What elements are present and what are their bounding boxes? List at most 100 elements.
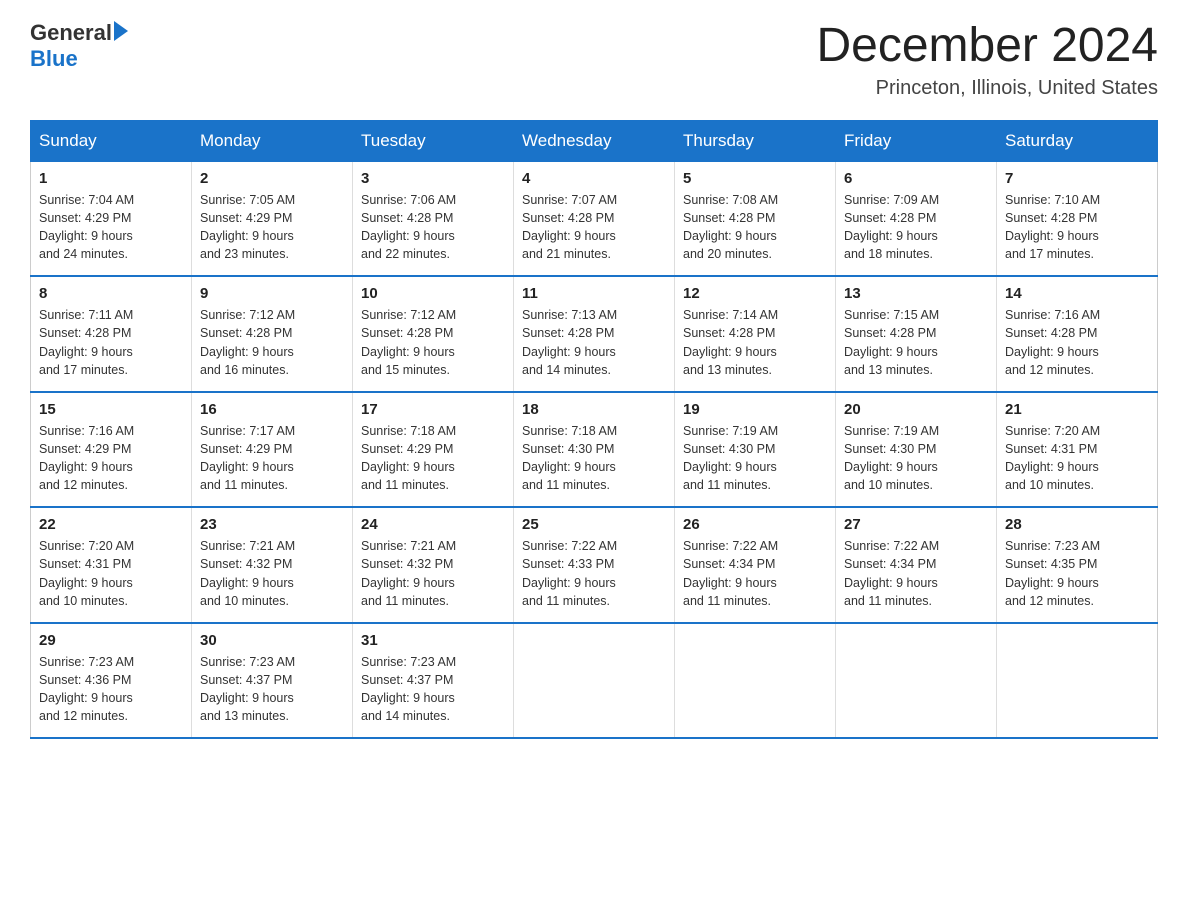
cell-content: Sunrise: 7:22 AMSunset: 4:34 PMDaylight:… — [683, 537, 827, 610]
calendar-cell: 20 Sunrise: 7:19 AMSunset: 4:30 PMDayligh… — [836, 392, 997, 508]
cell-content: Sunrise: 7:09 AMSunset: 4:28 PMDaylight:… — [844, 191, 988, 264]
calendar-cell: 23Sunrise: 7:21 AMSunset: 4:32 PMDayligh… — [192, 507, 353, 623]
calendar-cell: 2 Sunrise: 7:05 AMSunset: 4:29 PMDaylight… — [192, 161, 353, 276]
cell-content: Sunrise: 7:12 AMSunset: 4:28 PMDaylight:… — [200, 306, 344, 379]
day-number: 1 — [39, 170, 183, 187]
weekday-header-friday: Friday — [836, 120, 997, 161]
weekday-header-sunday: Sunday — [31, 120, 192, 161]
day-number: 12 — [683, 285, 827, 302]
day-number: 15 — [39, 401, 183, 418]
cell-content: Sunrise: 7:22 AMSunset: 4:33 PMDaylight:… — [522, 537, 666, 610]
calendar-cell: 25Sunrise: 7:22 AMSunset: 4:33 PMDayligh… — [514, 507, 675, 623]
calendar-cell: 3 Sunrise: 7:06 AMSunset: 4:28 PMDaylight… — [353, 161, 514, 276]
calendar-cell: 8 Sunrise: 7:11 AMSunset: 4:28 PMDaylight… — [31, 276, 192, 392]
cell-content: Sunrise: 7:21 AMSunset: 4:32 PMDaylight:… — [361, 537, 505, 610]
calendar-cell: 29 Sunrise: 7:23 AMSunset: 4:36 PMDayligh… — [31, 623, 192, 739]
calendar-cell: 21 Sunrise: 7:20 AMSunset: 4:31 PMDayligh… — [997, 392, 1158, 508]
cell-content: Sunrise: 7:16 AMSunset: 4:28 PMDaylight:… — [1005, 306, 1149, 379]
calendar-cell: 7Sunrise: 7:10 AMSunset: 4:28 PMDaylight… — [997, 161, 1158, 276]
weekday-header-tuesday: Tuesday — [353, 120, 514, 161]
calendar-cell: 26 Sunrise: 7:22 AMSunset: 4:34 PMDayligh… — [675, 507, 836, 623]
day-number: 28 — [1005, 516, 1149, 533]
weekday-header-saturday: Saturday — [997, 120, 1158, 161]
cell-content: Sunrise: 7:22 AMSunset: 4:34 PMDaylight:… — [844, 537, 988, 610]
cell-content: Sunrise: 7:07 AMSunset: 4:28 PMDaylight:… — [522, 191, 666, 264]
day-number: 10 — [361, 285, 505, 302]
day-number: 17 — [361, 401, 505, 418]
calendar-cell: 12 Sunrise: 7:14 AMSunset: 4:28 PMDayligh… — [675, 276, 836, 392]
day-number: 9 — [200, 285, 344, 302]
cell-content: Sunrise: 7:19 AMSunset: 4:30 PMDaylight:… — [844, 422, 988, 495]
day-number: 3 — [361, 170, 505, 187]
day-number: 21 — [1005, 401, 1149, 418]
month-title: December 2024 — [816, 20, 1158, 73]
day-number: 27 — [844, 516, 988, 533]
calendar-cell: 27 Sunrise: 7:22 AMSunset: 4:34 PMDayligh… — [836, 507, 997, 623]
day-number: 26 — [683, 516, 827, 533]
calendar-cell: 6 Sunrise: 7:09 AMSunset: 4:28 PMDaylight… — [836, 161, 997, 276]
day-number: 6 — [844, 170, 988, 187]
calendar-cell: 1 Sunrise: 7:04 AMSunset: 4:29 PMDaylight… — [31, 161, 192, 276]
page-header: General Blue December 2024 Princeton, Il… — [30, 20, 1158, 100]
calendar-cell: 31 Sunrise: 7:23 AMSunset: 4:37 PMDayligh… — [353, 623, 514, 739]
calendar-week-row: 22Sunrise: 7:20 AMSunset: 4:31 PMDayligh… — [31, 507, 1158, 623]
cell-content: Sunrise: 7:05 AMSunset: 4:29 PMDaylight:… — [200, 191, 344, 264]
calendar-cell: 13Sunrise: 7:15 AMSunset: 4:28 PMDayligh… — [836, 276, 997, 392]
calendar-cell: 19Sunrise: 7:19 AMSunset: 4:30 PMDayligh… — [675, 392, 836, 508]
cell-content: Sunrise: 7:06 AMSunset: 4:28 PMDaylight:… — [361, 191, 505, 264]
cell-content: Sunrise: 7:14 AMSunset: 4:28 PMDaylight:… — [683, 306, 827, 379]
day-number: 30 — [200, 632, 344, 649]
calendar-cell — [997, 623, 1158, 739]
day-number: 2 — [200, 170, 344, 187]
day-number: 11 — [522, 285, 666, 302]
calendar-cell: 24Sunrise: 7:21 AMSunset: 4:32 PMDayligh… — [353, 507, 514, 623]
calendar-cell: 28 Sunrise: 7:23 AMSunset: 4:35 PMDayligh… — [997, 507, 1158, 623]
day-number: 31 — [361, 632, 505, 649]
calendar-cell: 5 Sunrise: 7:08 AMSunset: 4:28 PMDaylight… — [675, 161, 836, 276]
day-number: 29 — [39, 632, 183, 649]
calendar-cell: 9 Sunrise: 7:12 AMSunset: 4:28 PMDaylight… — [192, 276, 353, 392]
day-number: 23 — [200, 516, 344, 533]
logo-general: General — [30, 20, 112, 46]
calendar-cell — [675, 623, 836, 739]
cell-content: Sunrise: 7:11 AMSunset: 4:28 PMDaylight:… — [39, 306, 183, 379]
cell-content: Sunrise: 7:10 AMSunset: 4:28 PMDaylight:… — [1005, 191, 1149, 264]
calendar-cell: 14 Sunrise: 7:16 AMSunset: 4:28 PMDayligh… — [997, 276, 1158, 392]
calendar-cell: 17 Sunrise: 7:18 AMSunset: 4:29 PMDayligh… — [353, 392, 514, 508]
calendar-week-row: 29 Sunrise: 7:23 AMSunset: 4:36 PMDayligh… — [31, 623, 1158, 739]
calendar-cell: 30 Sunrise: 7:23 AMSunset: 4:37 PMDayligh… — [192, 623, 353, 739]
cell-content: Sunrise: 7:23 AMSunset: 4:37 PMDaylight:… — [200, 653, 344, 726]
day-number: 18 — [522, 401, 666, 418]
cell-content: Sunrise: 7:18 AMSunset: 4:29 PMDaylight:… — [361, 422, 505, 495]
calendar-cell — [514, 623, 675, 739]
cell-content: Sunrise: 7:19 AMSunset: 4:30 PMDaylight:… — [683, 422, 827, 495]
calendar-cell: 15 Sunrise: 7:16 AMSunset: 4:29 PMDayligh… — [31, 392, 192, 508]
weekday-header-row: SundayMondayTuesdayWednesdayThursdayFrid… — [31, 120, 1158, 161]
cell-content: Sunrise: 7:16 AMSunset: 4:29 PMDaylight:… — [39, 422, 183, 495]
calendar-cell: 18 Sunrise: 7:18 AMSunset: 4:30 PMDayligh… — [514, 392, 675, 508]
cell-content: Sunrise: 7:23 AMSunset: 4:36 PMDaylight:… — [39, 653, 183, 726]
day-number: 13 — [844, 285, 988, 302]
calendar-cell: 22Sunrise: 7:20 AMSunset: 4:31 PMDayligh… — [31, 507, 192, 623]
day-number: 5 — [683, 170, 827, 187]
cell-content: Sunrise: 7:23 AMSunset: 4:35 PMDaylight:… — [1005, 537, 1149, 610]
cell-content: Sunrise: 7:12 AMSunset: 4:28 PMDaylight:… — [361, 306, 505, 379]
logo-arrow-icon — [114, 21, 128, 41]
cell-content: Sunrise: 7:23 AMSunset: 4:37 PMDaylight:… — [361, 653, 505, 726]
day-number: 20 — [844, 401, 988, 418]
cell-content: Sunrise: 7:17 AMSunset: 4:29 PMDaylight:… — [200, 422, 344, 495]
day-number: 8 — [39, 285, 183, 302]
cell-content: Sunrise: 7:04 AMSunset: 4:29 PMDaylight:… — [39, 191, 183, 264]
day-number: 14 — [1005, 285, 1149, 302]
weekday-header-thursday: Thursday — [675, 120, 836, 161]
calendar-table: SundayMondayTuesdayWednesdayThursdayFrid… — [30, 120, 1158, 740]
cell-content: Sunrise: 7:20 AMSunset: 4:31 PMDaylight:… — [1005, 422, 1149, 495]
location-subtitle: Princeton, Illinois, United States — [816, 77, 1158, 100]
calendar-cell: 10 Sunrise: 7:12 AMSunset: 4:28 PMDayligh… — [353, 276, 514, 392]
logo-blue: Blue — [30, 46, 128, 72]
cell-content: Sunrise: 7:08 AMSunset: 4:28 PMDaylight:… — [683, 191, 827, 264]
weekday-header-wednesday: Wednesday — [514, 120, 675, 161]
cell-content: Sunrise: 7:13 AMSunset: 4:28 PMDaylight:… — [522, 306, 666, 379]
calendar-cell: 16Sunrise: 7:17 AMSunset: 4:29 PMDayligh… — [192, 392, 353, 508]
cell-content: Sunrise: 7:18 AMSunset: 4:30 PMDaylight:… — [522, 422, 666, 495]
